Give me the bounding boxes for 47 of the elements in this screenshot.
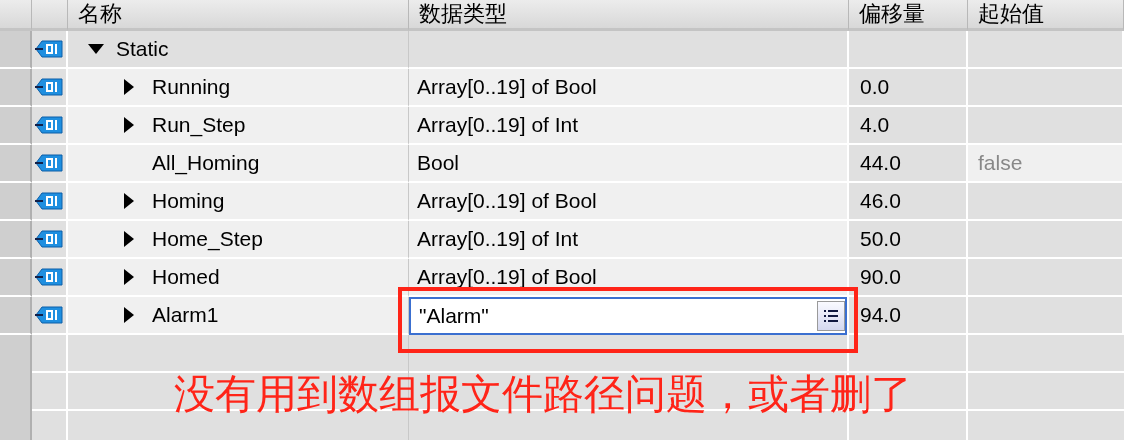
row-number-cell[interactable] (0, 107, 32, 145)
row-number-cell[interactable] (0, 259, 32, 297)
expander-icon[interactable] (88, 44, 104, 54)
variable-name: Run_Step (152, 113, 246, 137)
data-type: Array[0..19] of Int (417, 113, 579, 137)
header-cell (32, 0, 68, 31)
variable-name: Static (116, 37, 169, 61)
row-number-cell[interactable] (0, 31, 32, 69)
data-type: Array[0..19] of Bool (417, 189, 597, 213)
annotation-text: 没有用到数组报文件路径问题，或者删了 (174, 372, 912, 418)
header-cell (0, 0, 32, 31)
variable-name: Running (152, 75, 231, 99)
offset-value: 94.0 (860, 303, 901, 327)
column-header[interactable]: 数据类型 (409, 0, 849, 31)
row-number-cell[interactable] (0, 221, 32, 259)
variable-name: Home_Step (152, 227, 263, 251)
row-number-cell[interactable] (0, 183, 32, 221)
row-number-cell[interactable] (0, 69, 32, 107)
variable-name: Homing (152, 189, 225, 213)
offset-value: 90.0 (860, 265, 901, 289)
data-type: Bool (417, 151, 460, 175)
expander-icon[interactable] (124, 307, 134, 323)
expander-icon[interactable] (124, 269, 134, 285)
expander-icon[interactable] (124, 231, 134, 247)
row-number-cell[interactable] (0, 145, 32, 183)
expander-icon[interactable] (124, 193, 134, 209)
variable-name: All_Homing (152, 151, 260, 175)
data-type: Array[0..19] of Int (417, 227, 579, 251)
column-header[interactable]: 名称 (68, 0, 409, 31)
column-header[interactable]: 起始值 (968, 0, 1124, 31)
variable-name: Homed (152, 265, 220, 289)
type-input-field[interactable]: "Alarm" (409, 297, 847, 335)
offset-value: 50.0 (860, 227, 901, 251)
row-number-cell[interactable] (0, 297, 32, 335)
list-button[interactable] (817, 301, 845, 331)
variable-name: Alarm1 (152, 303, 219, 327)
column-header[interactable]: 偏移量 (849, 0, 968, 31)
data-type: Array[0..19] of Bool (417, 75, 597, 99)
offset-value: 44.0 (860, 151, 901, 175)
offset-value: 46.0 (860, 189, 901, 213)
start-value: false (978, 151, 1023, 175)
offset-value: 0.0 (860, 75, 890, 99)
list-icon (824, 309, 838, 323)
data-type: Array[0..19] of Bool (417, 265, 597, 289)
expander-icon[interactable] (124, 117, 134, 133)
offset-value: 4.0 (860, 113, 890, 137)
expander-icon[interactable] (124, 79, 134, 95)
